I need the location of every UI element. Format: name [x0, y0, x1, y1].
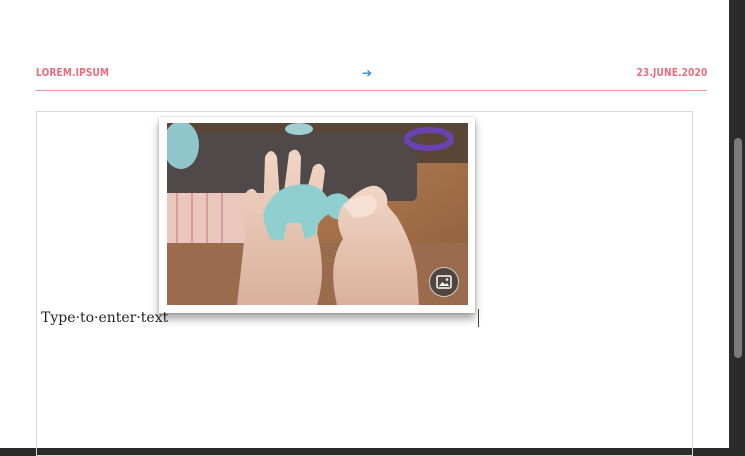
image-icon-glyph	[436, 275, 452, 289]
image-frame[interactable]	[159, 117, 475, 313]
image-icon[interactable]	[429, 267, 459, 297]
arrow-icon: ➔	[362, 66, 373, 80]
header-left-text[interactable]: LOREM.IPSUM	[36, 66, 109, 79]
photo[interactable]	[167, 123, 468, 305]
document-page: LOREM.IPSUM ➔ 23.JUNE.2020 Type·to·enter…	[0, 0, 729, 456]
header-divider	[36, 90, 707, 91]
page-header: LOREM.IPSUM ➔ 23.JUNE.2020	[36, 64, 707, 92]
photo-illustration	[167, 123, 468, 305]
scrollbar-thumb[interactable]	[734, 138, 742, 358]
header-date-text[interactable]: 23.JUNE.2020	[636, 66, 707, 79]
body-text[interactable]: Type·to·enter·text	[41, 310, 168, 326]
text-cursor	[478, 309, 479, 327]
